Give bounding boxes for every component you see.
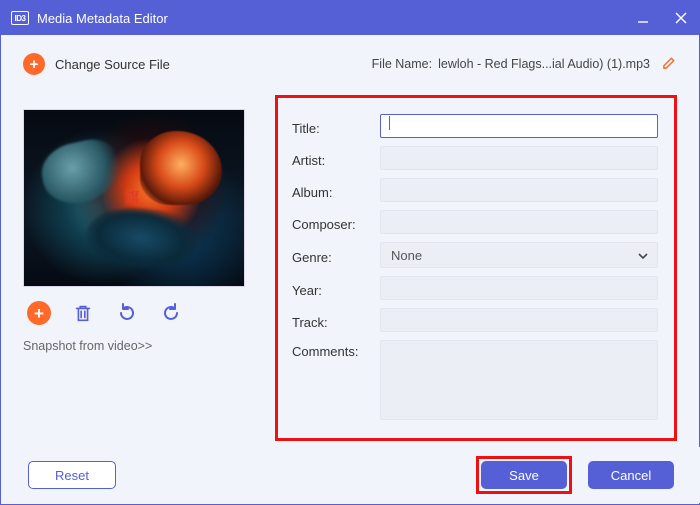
chevron-down-icon [637,250,649,265]
save-button[interactable]: Save [481,461,567,489]
file-name-label: File Name: [372,57,432,71]
rotate-cw-button[interactable] [159,301,183,325]
minimize-button[interactable] [635,10,651,26]
snapshot-from-video-link[interactable]: Snapshot from video>> [23,339,152,353]
track-label: Track: [292,311,380,330]
album-input[interactable] [380,178,658,202]
file-name-value: lewloh - Red Flags...ial Audio) (1).mp3 [438,57,650,71]
artwork-toolbar: + [23,299,263,331]
titlebar: ID3 Media Metadata Editor [1,1,699,35]
app-window: ID3 Media Metadata Editor + Change Sourc… [0,0,700,505]
year-input[interactable] [380,276,658,300]
album-label: Album: [292,181,380,200]
app-icon: ID3 [11,11,29,25]
comments-label: Comments: [292,340,380,359]
artwork-pane: 旗 + Snapshot from video>> [23,93,263,441]
cancel-button[interactable]: Cancel [588,461,674,489]
genre-select[interactable]: None [380,242,658,268]
top-row: + Change Source File File Name: lewloh -… [23,49,677,79]
save-highlight: Save [476,456,572,494]
composer-input[interactable] [380,210,658,234]
change-source-button[interactable]: + Change Source File [23,53,170,75]
delete-artwork-button[interactable] [71,301,95,325]
close-button[interactable] [673,10,689,26]
plus-icon: + [23,53,45,75]
title-input[interactable] [380,114,658,138]
edit-filename-button[interactable] [662,55,677,73]
add-artwork-button[interactable]: + [27,301,51,325]
track-input[interactable] [380,308,658,332]
title-label: Title: [292,117,380,136]
genre-label: Genre: [292,246,380,265]
reset-button[interactable]: Reset [28,461,116,489]
composer-label: Composer: [292,213,380,232]
change-source-label: Change Source File [55,57,170,72]
comments-textarea[interactable] [380,340,658,420]
artist-label: Artist: [292,149,380,168]
artist-input[interactable] [380,146,658,170]
window-title: Media Metadata Editor [37,11,635,26]
rotate-ccw-button[interactable] [115,301,139,325]
cover-art[interactable]: 旗 [23,109,245,287]
footer-bar: Reset Save Cancel [2,447,700,503]
plus-icon: + [27,301,51,325]
year-label: Year: [292,279,380,298]
genre-selected-value: None [391,248,422,263]
metadata-form: Title: Artist: Album: Composer: [275,95,677,441]
file-name-info: File Name: lewloh - Red Flags...ial Audi… [372,55,677,73]
